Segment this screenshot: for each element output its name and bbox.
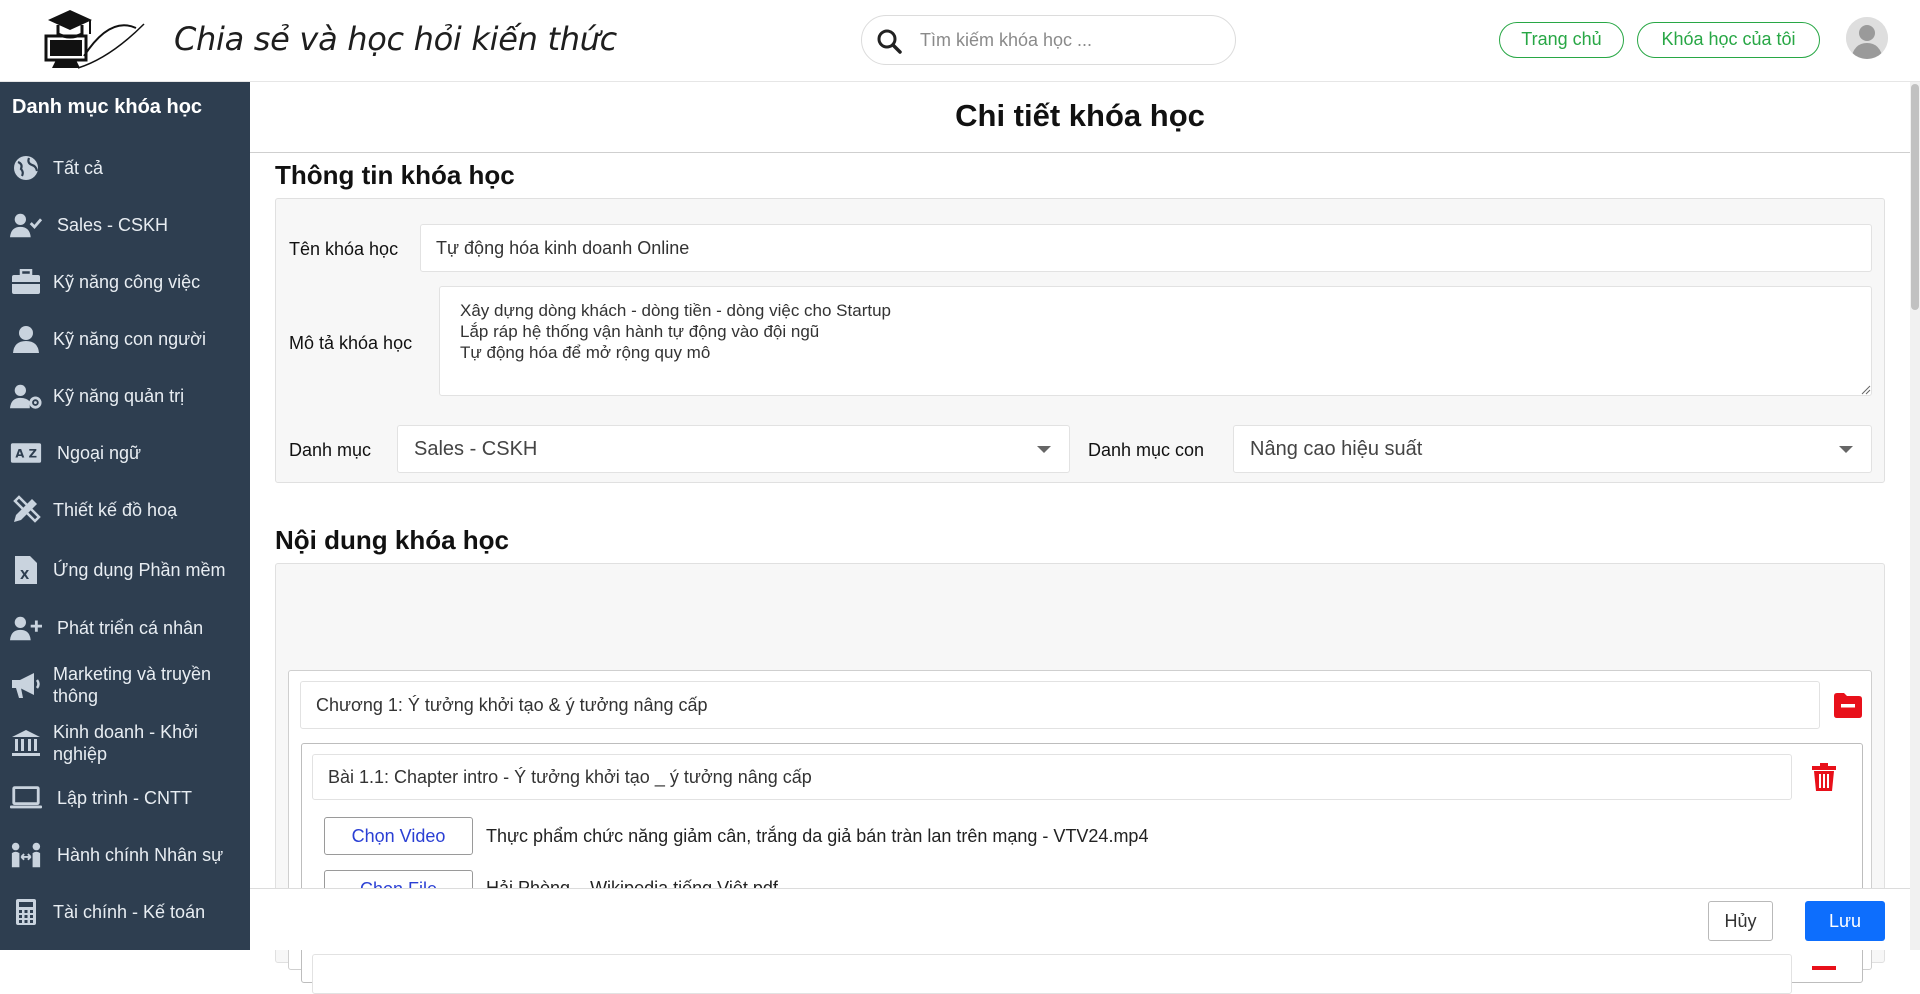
category-select[interactable]: Sales - CSKH [397, 425, 1070, 473]
svg-text:X: X [20, 568, 30, 582]
sidebar-item-marketing[interactable]: Marketing và truyền thông [0, 656, 250, 714]
delete-lesson-trash-icon[interactable] [1810, 762, 1838, 792]
sidebar-item-languages[interactable]: AZ Ngoại ngữ [0, 427, 250, 479]
save-button[interactable]: Lưu [1805, 901, 1885, 941]
search-icon[interactable] [876, 28, 902, 54]
course-info-heading: Thông tin khóa học [275, 160, 515, 190]
bank-icon [10, 727, 42, 759]
people-arrows-icon [10, 839, 42, 871]
sidebar-item-people-skills[interactable]: Kỹ năng con người [0, 313, 250, 365]
user-plus-icon [10, 612, 42, 644]
course-search-box[interactable] [861, 15, 1236, 65]
subcategory-select[interactable]: Nâng cao hiệu suất [1233, 425, 1872, 473]
cancel-button[interactable]: Hủy [1708, 901, 1773, 941]
chevron-down-icon [1839, 446, 1853, 453]
pencil-ruler-icon [10, 494, 42, 526]
user-icon [10, 323, 42, 355]
sidebar-item-hr[interactable]: Hành chính Nhân sự [0, 829, 250, 881]
sidebar-title: Danh mục khóa học [12, 96, 203, 118]
course-content-heading: Nội dung khóa học [275, 525, 509, 555]
sidebar-item-personal-development[interactable]: Phát triển cá nhân [0, 602, 250, 654]
user-check-icon [10, 209, 42, 241]
svg-text:A: A [15, 446, 24, 460]
title-divider [250, 152, 1910, 153]
action-footer: Hủy Lưu [250, 888, 1910, 950]
sidebar-item-label: Kỹ năng công việc [53, 272, 201, 292]
course-name-input[interactable]: Tự động hóa kinh doanh Online [420, 224, 1872, 272]
scrollbar-thumb[interactable] [1911, 84, 1919, 310]
sidebar-item-business[interactable]: Kinh doanh - Khởi nghiệp [0, 714, 250, 772]
my-courses-button[interactable]: Khóa học của tôi [1637, 22, 1820, 58]
sidebar-item-label: Phát triển cá nhân [57, 618, 204, 638]
category-sidebar: Danh mục khóa học Tất cả Sales - CSKH Kỹ… [0, 82, 250, 950]
sidebar-item-label: Kinh doanh - Khởi nghiệp [53, 722, 198, 764]
course-info-card: Tên khóa học Tự động hóa kinh doanh Onli… [275, 198, 1885, 483]
course-name-label: Tên khóa học [289, 239, 399, 259]
calculator-icon [10, 896, 42, 928]
sidebar-item-management-skills[interactable]: Kỹ năng quản trị [0, 370, 250, 422]
delete-lesson-trash-icon[interactable] [1810, 962, 1838, 992]
sidebar-item-label: Tất cả [53, 158, 104, 178]
main-scrollbar[interactable] [1910, 82, 1920, 950]
site-title: Chia sẻ và học hỏi kiến thức [174, 20, 617, 58]
sidebar-item-label: Tài chính - Kế toán [53, 902, 206, 922]
sidebar-item-label: Kỹ năng quản trị [53, 386, 185, 406]
subcategory-selected-value: Nâng cao hiệu suất [1250, 438, 1423, 460]
user-avatar[interactable] [1846, 17, 1888, 59]
svg-text:Z: Z [29, 446, 37, 460]
search-input[interactable] [920, 26, 1220, 54]
choose-video-button[interactable]: Chọn Video [324, 817, 473, 855]
sidebar-item-label: Ngoại ngữ [57, 443, 142, 463]
sidebar-item-label: Kỹ năng con người [53, 329, 206, 349]
sidebar-item-label: Hành chính Nhân sự [57, 845, 224, 865]
sidebar-item-all[interactable]: Tất cả [0, 142, 250, 194]
home-button[interactable]: Trang chủ [1499, 22, 1624, 58]
globe-icon [10, 152, 42, 184]
sidebar-item-work-skills[interactable]: Kỹ năng công việc [0, 256, 250, 308]
sidebar-item-label: Ứng dụng Phần mềm [53, 560, 226, 580]
category-selected-value: Sales - CSKH [414, 438, 538, 460]
laptop-icon [10, 782, 42, 814]
sidebar-item-label: Lập trình - CNTT [57, 788, 193, 808]
sidebar-item-label: Thiết kế đồ hoạ [53, 500, 178, 520]
sidebar-item-programming[interactable]: Lập trình - CNTT [0, 772, 250, 824]
video-file-name: Thực phẩm chức năng giảm cân, trắng da g… [486, 826, 1149, 846]
subcategory-label: Danh mục con [1088, 440, 1205, 460]
sidebar-item-finance[interactable]: Tài chính - Kế toán [0, 886, 250, 938]
sidebar-item-label: Sales - CSKH [57, 215, 169, 235]
lesson-title-input[interactable]: Bài 1.1: Chapter intro - Ý tưởng khởi tạ… [312, 754, 1792, 800]
sidebar-item-sales[interactable]: Sales - CSKH [0, 199, 250, 251]
course-detail-main: Chi tiết khóa học Thông tin khóa học Tên… [250, 82, 1910, 994]
user-gear-icon [10, 380, 42, 412]
course-description-label: Mô tả khóa học [289, 333, 413, 353]
sidebar-item-label: Marketing và truyền thông [53, 664, 212, 706]
remove-chapter-folder-icon[interactable] [1832, 689, 1864, 721]
page-title: Chi tiết khóa học [955, 98, 1205, 133]
sidebar-item-graphic-design[interactable]: Thiết kế đồ hoạ [0, 484, 250, 536]
chapter-title-input[interactable]: Chương 1: Ý tưởng khởi tạo & ý tưởng nân… [300, 681, 1820, 729]
category-label: Danh mục [289, 440, 372, 460]
chevron-down-icon [1037, 446, 1051, 453]
resize-handle-icon[interactable] [1861, 385, 1871, 395]
top-header: Chia sẻ và học hỏi kiến thức Trang chủ K… [0, 0, 1920, 82]
lesson-title-input[interactable] [312, 954, 1792, 994]
graduation-computer-logo-icon[interactable] [40, 6, 150, 76]
course-description-textarea[interactable]: Xây dựng dòng khách - dòng tiền - dòng v… [439, 286, 1872, 396]
sidebar-item-software[interactable]: X Ứng dụng Phần mềm [0, 541, 250, 599]
excel-file-icon: X [10, 554, 42, 586]
megaphone-icon [10, 669, 42, 701]
briefcase-icon [10, 266, 42, 298]
language-icon: AZ [10, 437, 42, 469]
